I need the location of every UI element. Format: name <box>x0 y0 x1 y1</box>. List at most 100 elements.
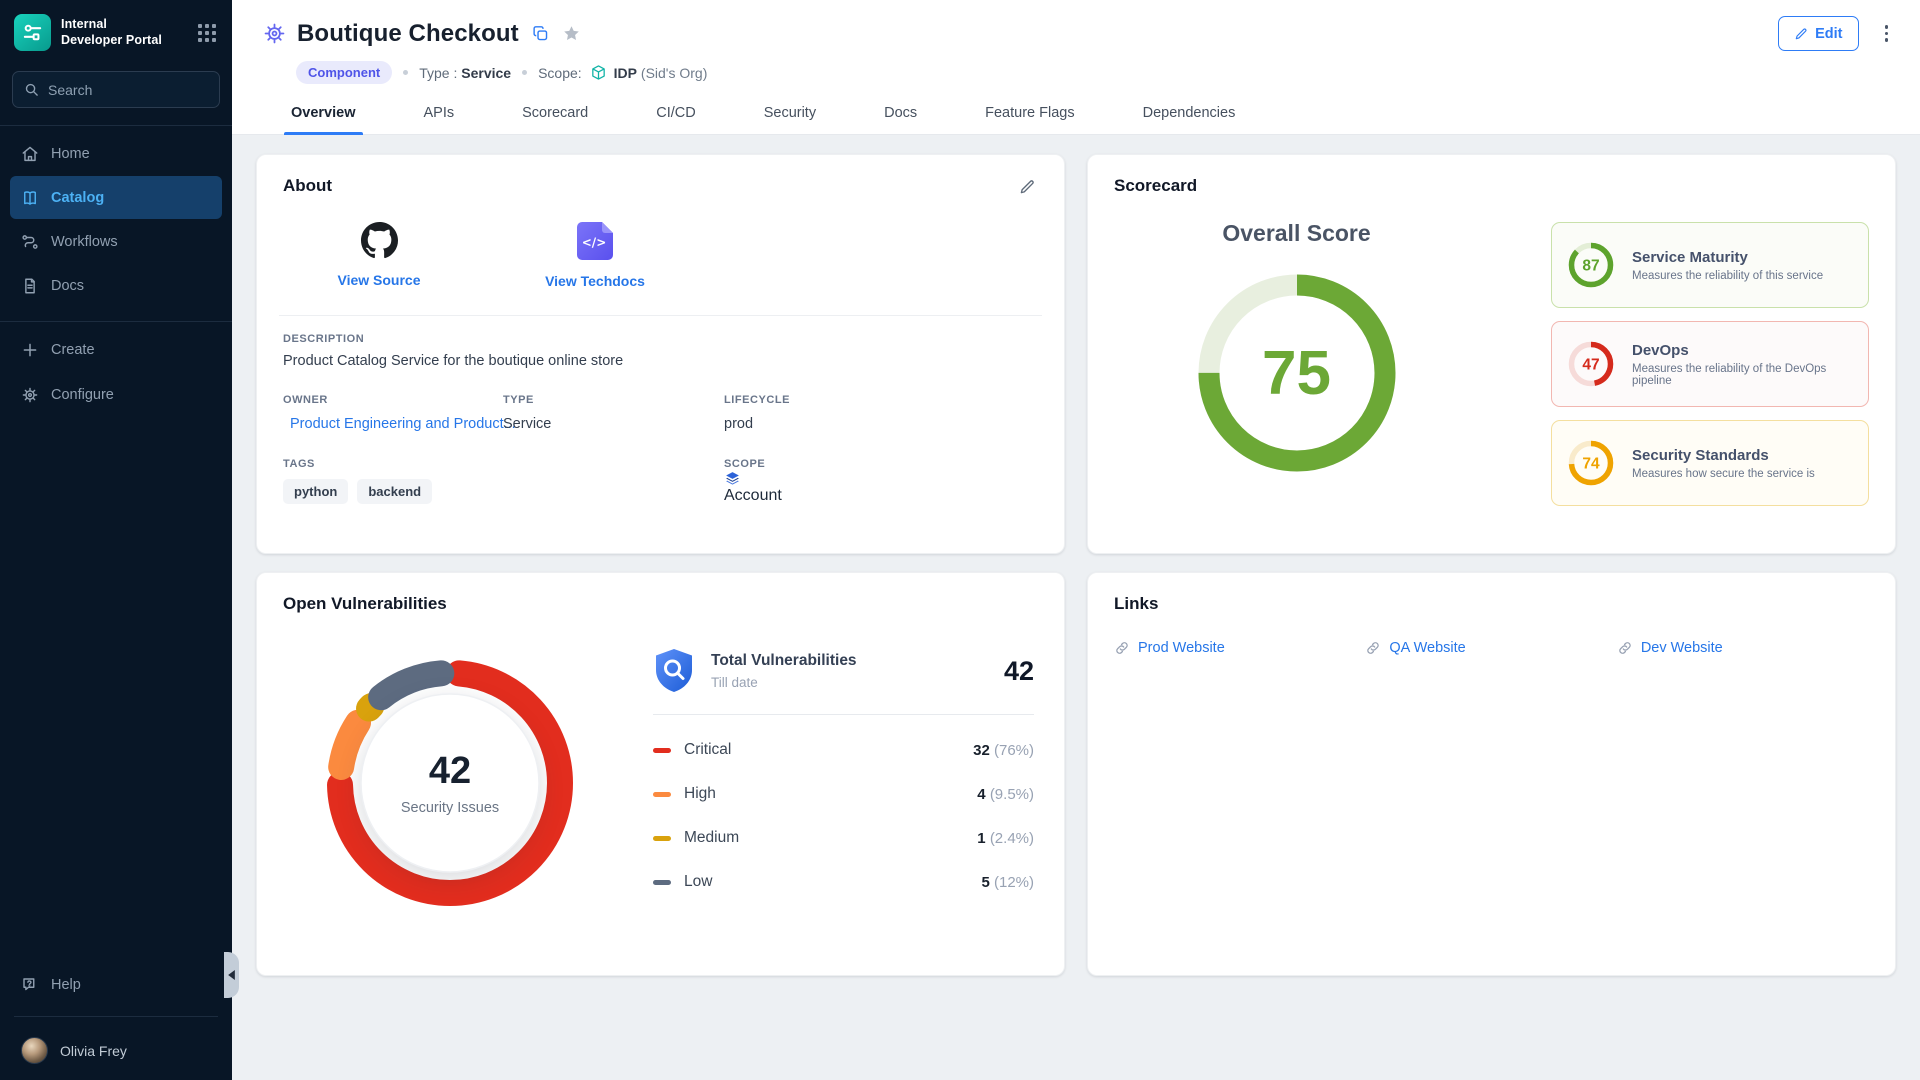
sidebar-item-label: Catalog <box>51 190 104 206</box>
user-menu[interactable]: Olivia Frey <box>0 1027 232 1066</box>
divider <box>0 125 232 126</box>
type-value: Service <box>461 65 511 81</box>
search-placeholder: Search <box>48 82 92 98</box>
logo-row: Internal Developer Portal <box>0 0 232 63</box>
sidebar-item-label: Docs <box>51 278 84 294</box>
tab-apis[interactable]: APIs <box>417 99 462 134</box>
sidebar-item-label: Create <box>51 342 95 358</box>
view-techdocs-link[interactable]: </> View Techdocs <box>535 222 655 289</box>
app-root: Internal Developer Portal Search Home <box>0 0 1920 1080</box>
link-icon <box>1617 640 1633 656</box>
gear-icon <box>21 386 39 404</box>
search-icon <box>24 82 39 97</box>
scope-org: (Sid's Org) <box>641 65 707 81</box>
vuln-total-value: 42 <box>1004 656 1034 687</box>
idp-logo <box>14 14 51 51</box>
scorecard-card: Scorecard Overall Score 75 <box>1087 154 1896 554</box>
kind-badge: Component <box>296 61 392 84</box>
catalog-icon <box>21 189 39 207</box>
edit-button[interactable]: Edit <box>1778 16 1858 51</box>
about-edit-icon[interactable] <box>1016 176 1038 198</box>
sidebar-item-workflows[interactable]: Workflows <box>10 220 222 263</box>
avatar <box>21 1037 48 1064</box>
help-icon <box>21 976 39 994</box>
sidebar-item-help[interactable]: Help <box>10 963 222 1006</box>
tab-feature-flags[interactable]: Feature Flags <box>978 99 1081 134</box>
type-label: Type : <box>419 65 457 81</box>
more-options-icon[interactable] <box>1881 21 1893 46</box>
description-value: Product Catalog Service for the boutique… <box>283 353 1038 369</box>
link-prod-website[interactable]: Prod Website <box>1114 640 1365 656</box>
about-heading: About <box>283 176 332 196</box>
sidebar-item-configure[interactable]: Configure <box>10 373 222 416</box>
svg-text:</>: </> <box>582 236 607 250</box>
divider <box>279 315 1042 316</box>
divider <box>653 714 1034 715</box>
scope-field: SCOPE Account <box>724 458 1038 505</box>
tag-chip[interactable]: python <box>283 479 348 504</box>
legend-row-medium: Medium 1 (2.4%) <box>653 829 1034 847</box>
vulnerabilities-summary: Total Vulnerabilities Till date 42 Criti… <box>653 648 1034 924</box>
workflows-icon <box>21 233 39 251</box>
copy-icon[interactable] <box>532 25 549 42</box>
user-name: Olivia Frey <box>60 1043 127 1059</box>
tab-docs[interactable]: Docs <box>877 99 924 134</box>
score-list: 87 Service Maturity Measures the reliabi… <box>1479 200 1869 506</box>
tab-cicd[interactable]: CI/CD <box>649 99 702 134</box>
overall-score-donut: Overall Score 75 <box>1114 200 1479 506</box>
vulnerabilities-donut-chart: 42 Security Issues <box>309 642 591 924</box>
sidebar-item-home[interactable]: Home <box>10 132 222 175</box>
divider <box>0 321 232 322</box>
sidebar: Internal Developer Portal Search Home <box>0 0 232 1080</box>
link-icon <box>1365 640 1381 656</box>
high-swatch <box>653 792 671 797</box>
github-icon <box>361 222 398 259</box>
svg-text:87: 87 <box>1582 258 1599 275</box>
tab-bar: Overview APIs Scorecard CI/CD Security D… <box>284 99 1892 134</box>
score-item-devops[interactable]: 47 DevOps Measures the reliability of th… <box>1551 321 1869 407</box>
tab-security[interactable]: Security <box>757 99 823 134</box>
tab-overview[interactable]: Overview <box>284 99 363 134</box>
sidebar-item-create[interactable]: Create <box>10 328 222 371</box>
sidebar-collapse-handle[interactable] <box>224 952 239 998</box>
view-source-link[interactable]: View Source <box>319 222 439 289</box>
search-input[interactable]: Search <box>12 71 220 108</box>
score-item-security-standards[interactable]: 74 Security Standards Measures how secur… <box>1551 420 1869 506</box>
link-qa-website[interactable]: QA Website <box>1365 640 1616 656</box>
score-item-service-maturity[interactable]: 87 Service Maturity Measures the reliabi… <box>1551 222 1869 308</box>
tag-chip[interactable]: backend <box>357 479 432 504</box>
tags-field: TAGS python backend <box>283 458 724 505</box>
overall-score-value: 75 <box>1191 267 1403 479</box>
page-title: Boutique Checkout <box>297 20 519 48</box>
tab-scorecard[interactable]: Scorecard <box>515 99 595 134</box>
pencil-icon <box>1794 27 1808 41</box>
sidebar-nav: Home Catalog Workflows Docs <box>0 131 232 308</box>
scorecard-heading: Scorecard <box>1114 176 1197 196</box>
low-swatch <box>653 880 671 885</box>
scope-value: IDP <box>614 65 637 81</box>
page-header: Boutique Checkout Edit <box>232 0 1920 135</box>
apps-grid-icon[interactable] <box>198 24 216 42</box>
sidebar-item-catalog[interactable]: Catalog <box>10 176 222 219</box>
sidebar-item-docs[interactable]: Docs <box>10 264 222 307</box>
techdocs-icon: </> <box>577 222 613 260</box>
link-icon <box>1114 640 1130 656</box>
content-grid: About View Source <box>232 135 1920 1080</box>
legend-row-critical: Critical 32 (76%) <box>653 741 1034 759</box>
legend-row-high: High 4 (9.5%) <box>653 785 1034 803</box>
layers-icon <box>724 470 741 487</box>
entity-meta: Component Type : Service Scope: IDP (Sid… <box>296 61 1892 84</box>
sidebar-bottom: Help Olivia Frey <box>0 962 232 1080</box>
plus-icon <box>21 341 39 359</box>
sidebar-item-label: Help <box>51 977 81 993</box>
star-icon[interactable] <box>562 24 581 43</box>
link-dev-website[interactable]: Dev Website <box>1617 640 1868 656</box>
about-card: About View Source <box>256 154 1065 554</box>
vulnerabilities-card: Open Vulnerabilities 42 Security Issues <box>256 572 1065 976</box>
tab-dependencies[interactable]: Dependencies <box>1136 99 1243 134</box>
links-card: Links Prod Website <box>1087 572 1896 976</box>
owner-field: OWNER Product Engineering and Product... <box>283 394 503 432</box>
home-icon <box>21 145 39 163</box>
legend-row-low: Low 5 (12%) <box>653 873 1034 891</box>
owner-link[interactable]: Product Engineering and Product... <box>290 416 516 432</box>
